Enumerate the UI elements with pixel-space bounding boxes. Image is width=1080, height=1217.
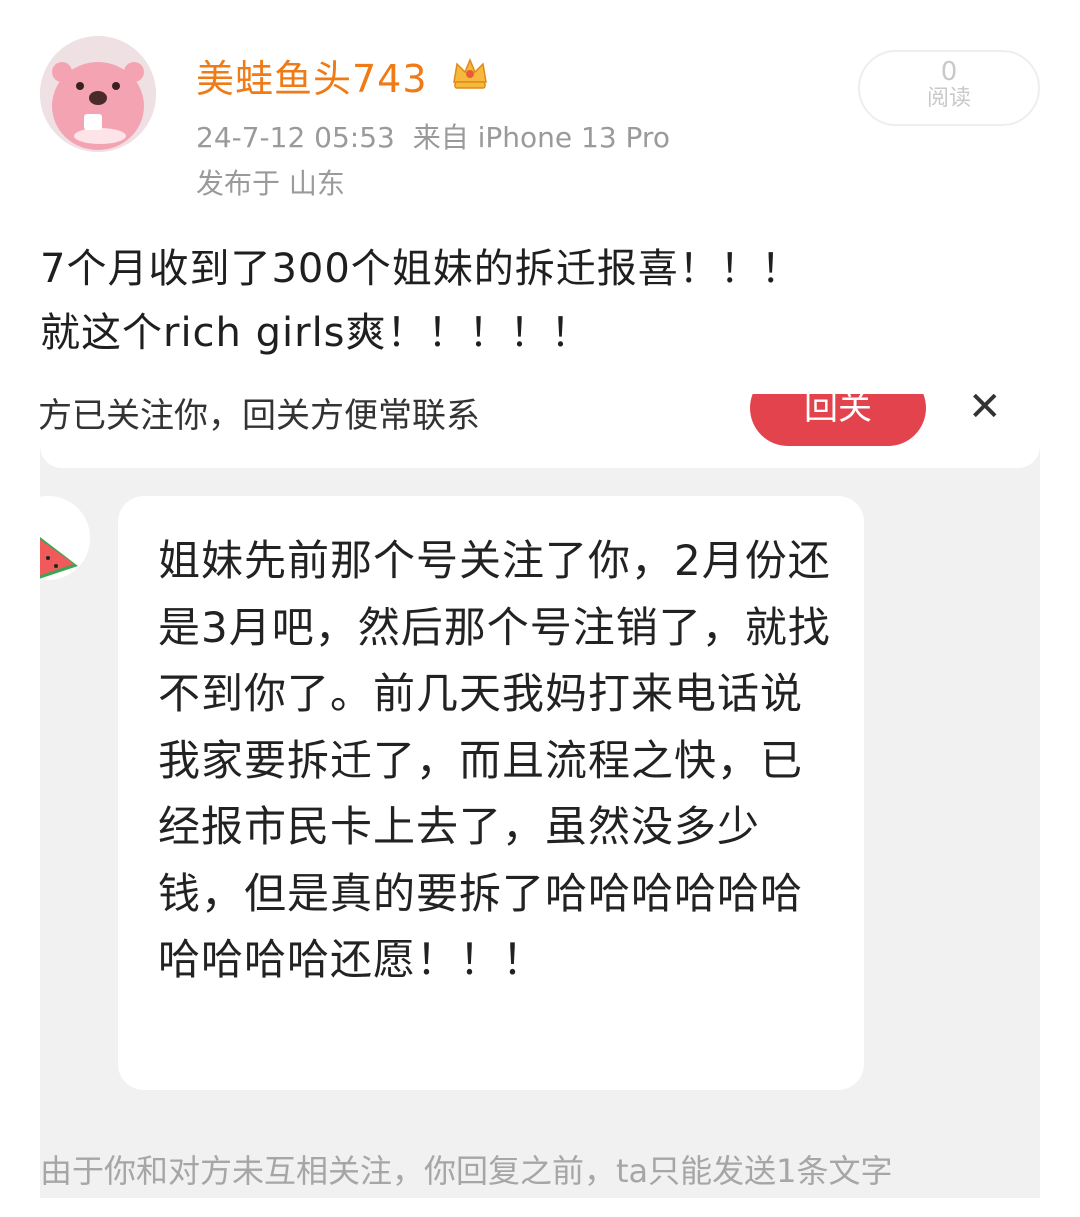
read-count-badge: 0 阅读 [858,50,1040,126]
username[interactable]: 美蛙鱼头743 [196,48,428,103]
post-text-line-1: 7个月收到了300个姐妹的拆迁报喜！！！ [40,246,802,292]
follow-back-button: 回关 [750,394,926,446]
post-source: 来自 iPhone 13 Pro [412,121,670,154]
follow-notice-text: 方已关注你，回关方便常联系 [40,396,480,436]
chat-follow-notice-bar: 方已关注你，回关方便常联系 回关 ✕ [40,394,1040,468]
crown-icon [450,52,490,92]
message-text: 姐妹先前那个号关注了你，2月份还是3月吧，然后那个号注销了，就找不到你了。前几天… [158,536,831,984]
read-count: 0 [940,57,958,87]
post-meta: 24-7-12 05:53 来自 iPhone 13 Pro [196,116,670,156]
sender-avatar [40,496,90,580]
post-text-line-2: 就这个rich girls爽！！！！！ [40,310,592,356]
read-label: 阅读 [926,86,971,111]
post-location: 发布于 山东 [196,167,345,200]
avatar[interactable] [40,36,156,152]
chat-screenshot-image[interactable]: 方已关注你，回关方便常联系 回关 ✕ 姐妹先前那个号关注了你，2月份还是3月吧，… [40,394,1040,1198]
reply-limit-note: 由于你和对方未互相关注，你回复之前，ta只能发送1条文字 [40,1152,893,1190]
close-icon: ✕ [968,394,1002,430]
post-timestamp: 24-7-12 05:53 [196,121,395,154]
